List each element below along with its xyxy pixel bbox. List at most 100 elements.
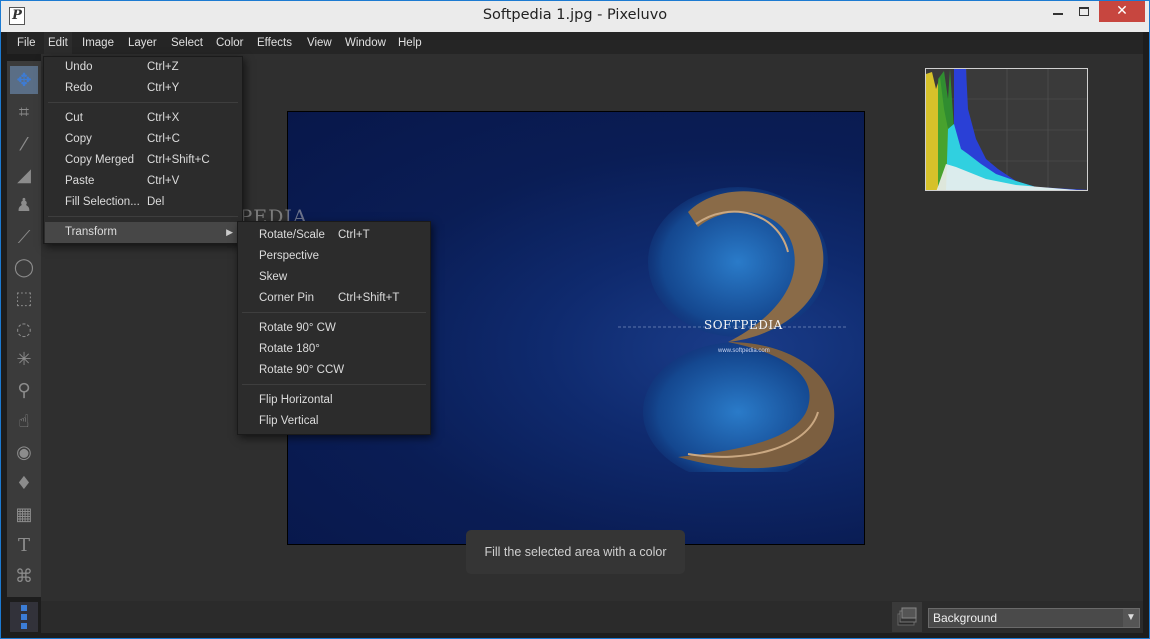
rect-select-tool[interactable]: ⬚ <box>10 284 38 312</box>
menu-window[interactable]: Window <box>341 32 390 54</box>
move-tool[interactable]: ✥ <box>10 66 38 94</box>
menu-edit[interactable]: Edit <box>44 32 72 54</box>
eraser-icon: ◢ <box>17 164 31 186</box>
dot-icon <box>21 623 27 629</box>
menu-item-corner-pin[interactable]: Corner Pin Ctrl+Shift+T <box>239 288 429 309</box>
text-icon: T <box>17 534 30 556</box>
menu-item-paste[interactable]: Paste Ctrl+V <box>45 171 241 192</box>
paint-bucket-tool[interactable]: ♦ <box>10 469 38 497</box>
text-tool[interactable]: T <box>10 531 38 559</box>
menu-item-transform[interactable]: Transform ▶ <box>45 222 241 243</box>
menu-item-rotate-90-cw[interactable]: Rotate 90° CW <box>239 318 429 339</box>
menu-item-skew[interactable]: Skew <box>239 267 429 288</box>
menu-item-shortcut: Ctrl+X <box>147 112 180 124</box>
clone-stamp-icon: ♟ <box>15 194 33 216</box>
menu-separator <box>242 384 426 385</box>
lasso-tool[interactable]: ◯ <box>10 253 38 281</box>
menu-select[interactable]: Select <box>167 32 207 54</box>
brush-icon: ⁄ <box>22 133 26 155</box>
menu-item-label: Corner Pin <box>259 292 314 304</box>
menu-item-shortcut: Ctrl+Z <box>147 61 179 73</box>
minimize-icon <box>1053 13 1063 15</box>
maximize-icon <box>1079 7 1089 16</box>
menu-item-undo[interactable]: Undo Ctrl+Z <box>45 57 241 78</box>
close-button[interactable]: ✕ <box>1099 1 1145 22</box>
chevron-down-icon: ▼ <box>1123 609 1139 627</box>
lasso-icon: ◯ <box>13 256 35 278</box>
menu-effects[interactable]: Effects <box>253 32 296 54</box>
eraser-tool[interactable]: ◢ <box>10 161 38 189</box>
move-icon: ✥ <box>16 69 32 91</box>
menu-item-copy[interactable]: Copy Ctrl+C <box>45 129 241 150</box>
maximize-button[interactable] <box>1073 1 1095 23</box>
red-eye-tool[interactable]: ◉ <box>10 438 38 466</box>
menu-item-redo[interactable]: Redo Ctrl+Y <box>45 78 241 99</box>
layers-button[interactable] <box>892 602 922 632</box>
healing-brush-tool[interactable]: ⟋ <box>10 223 38 251</box>
menu-item-shortcut: Ctrl+V <box>147 175 180 187</box>
menu-item-rotate-180[interactable]: Rotate 180° <box>239 339 429 360</box>
menu-bar: File Edit Image Layer Select Color Effec… <box>7 32 1143 54</box>
menu-item-shortcut: Ctrl+Shift+C <box>147 154 210 166</box>
menu-view[interactable]: View <box>303 32 336 54</box>
layer-dropdown[interactable]: Background ▼ <box>928 608 1140 628</box>
ellipse-select-icon: ◌ <box>16 318 32 340</box>
panel-toggle-button[interactable] <box>10 602 38 632</box>
menu-item-flip-vertical[interactable]: Flip Vertical <box>239 411 429 432</box>
histogram-chart <box>926 69 1087 190</box>
red-eye-icon: ◉ <box>16 441 32 463</box>
image-brand-text: SOFTPEDIA <box>704 318 783 332</box>
minimize-button[interactable] <box>1047 1 1069 23</box>
dodge-icon: ⚲ <box>17 379 31 401</box>
menu-item-label: Perspective <box>259 250 320 262</box>
menu-color[interactable]: Color <box>212 32 247 54</box>
app-window: P Softpedia 1.jpg - Pixeluvo ✕ File Edit… <box>0 0 1150 639</box>
smudge-tool[interactable]: ☝ <box>10 407 38 435</box>
menu-item-perspective[interactable]: Perspective <box>239 246 429 267</box>
smudge-icon: ☝ <box>18 410 30 432</box>
menu-item-shortcut: Ctrl+C <box>147 133 180 145</box>
clone-stamp-tool[interactable]: ♟ <box>10 191 38 219</box>
magic-wand-tool[interactable]: ✳ <box>10 345 38 373</box>
rect-select-icon: ⬚ <box>15 287 33 309</box>
menu-item-label: Rotate/Scale <box>259 229 325 241</box>
menu-item-flip-horizontal[interactable]: Flip Horizontal <box>239 390 429 411</box>
menu-item-label: Fill Selection... <box>65 196 140 208</box>
title-bar: P Softpedia 1.jpg - Pixeluvo ✕ <box>1 1 1149 32</box>
layers-icon <box>897 607 917 626</box>
chevron-right-icon: ▶ <box>226 227 233 237</box>
crop-tool[interactable]: ⌗ <box>10 98 38 126</box>
menu-separator <box>48 216 238 217</box>
brush-tool[interactable]: ⁄ <box>10 130 38 158</box>
shape-tool[interactable]: ⌘ <box>10 562 38 590</box>
paint-bucket-icon: ♦ <box>15 472 33 494</box>
dodge-tool[interactable]: ⚲ <box>10 376 38 404</box>
menu-item-label: Undo <box>65 61 93 73</box>
dot-icon <box>21 614 27 620</box>
menu-layer[interactable]: Layer <box>124 32 161 54</box>
tools-panel: ✥ ⌗ ⁄ ◢ ♟ ⟋ ◯ ⬚ ◌ ✳ ⚲ ☝ ◉ ♦ ▦ T ⌘ <box>7 61 41 597</box>
menu-item-rotate-90-ccw[interactable]: Rotate 90° CCW <box>239 360 429 381</box>
menu-item-rotate-scale[interactable]: Rotate/Scale Ctrl+T <box>239 225 429 246</box>
layer-dropdown-value: Background <box>933 611 998 625</box>
histogram-panel <box>925 68 1088 191</box>
magic-wand-icon: ✳ <box>16 348 32 370</box>
menu-image[interactable]: Image <box>78 32 118 54</box>
image-url-text: www.softpedia.com <box>718 348 770 354</box>
gradient-icon: ▦ <box>15 503 33 525</box>
shape-icon: ⌘ <box>15 565 33 587</box>
menu-item-shortcut: Ctrl+T <box>338 229 370 241</box>
tooltip: Fill the selected area with a color <box>466 530 685 574</box>
menu-item-copy-merged[interactable]: Copy Merged Ctrl+Shift+C <box>45 150 241 171</box>
menu-help[interactable]: Help <box>394 32 426 54</box>
ellipse-select-tool[interactable]: ◌ <box>10 315 38 343</box>
menu-item-label: Flip Vertical <box>259 415 319 427</box>
menu-file[interactable]: File <box>13 32 40 54</box>
gradient-tool[interactable]: ▦ <box>10 500 38 528</box>
menu-item-cut[interactable]: Cut Ctrl+X <box>45 108 241 129</box>
menu-item-shortcut: Del <box>147 196 165 208</box>
transform-submenu: Rotate/Scale Ctrl+T Perspective Skew Corn… <box>237 221 431 435</box>
menu-item-label: Redo <box>65 82 93 94</box>
menu-item-label: Cut <box>65 112 83 124</box>
menu-item-fill-selection[interactable]: Fill Selection... Del <box>45 192 241 213</box>
